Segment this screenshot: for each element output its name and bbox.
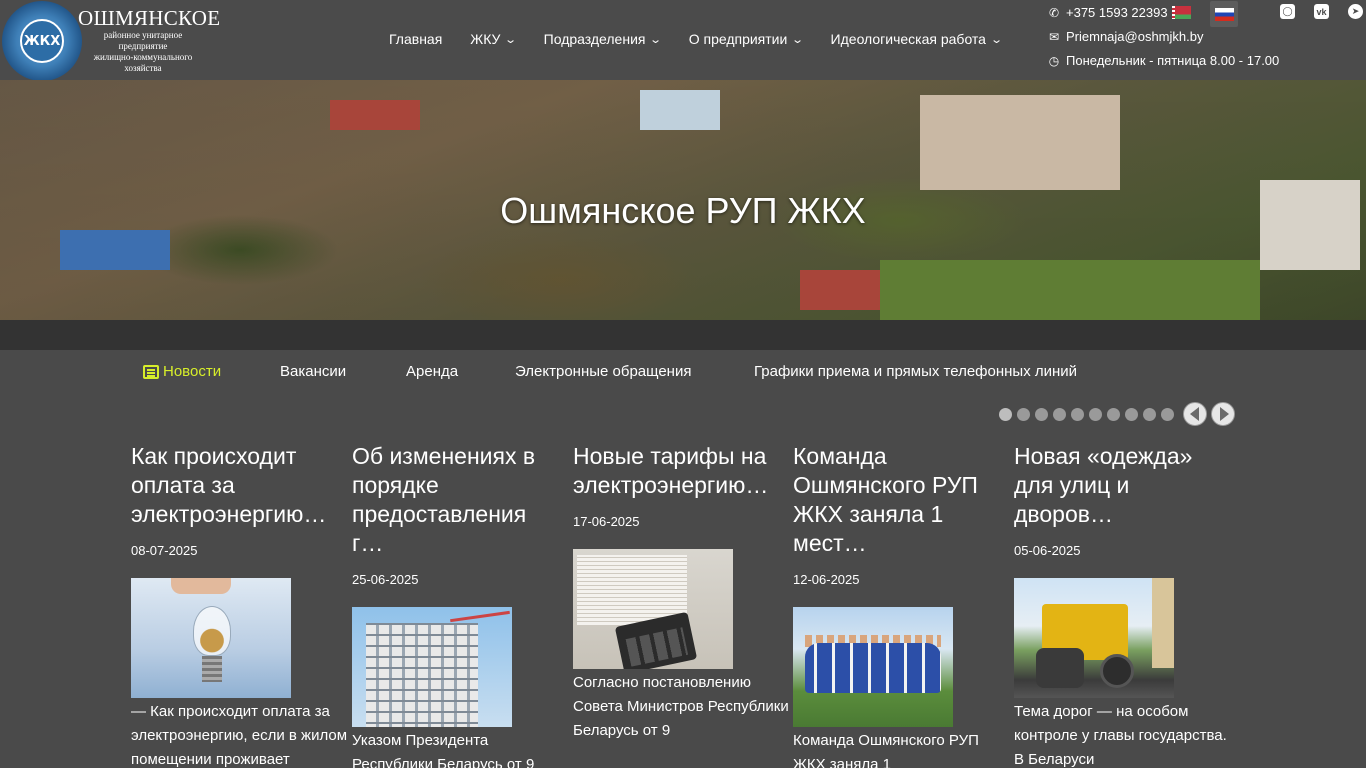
phone-icon: ✆ <box>1048 5 1060 20</box>
logo-subtitle: районное унитарное предприятие жилищно-к… <box>93 30 193 73</box>
instagram-icon[interactable]: ◯ <box>1280 4 1295 19</box>
slider-dot[interactable] <box>1017 408 1030 421</box>
news-date: 17-06-2025 <box>573 514 640 529</box>
slider-prev-button[interactable] <box>1183 402 1207 426</box>
news-image[interactable] <box>793 607 953 727</box>
hero-title: Ошмянское РУП ЖКХ <box>500 190 866 231</box>
news-title[interactable]: Об изменениях в порядке предоставления г… <box>352 442 557 558</box>
news-card[interactable]: Команда Ошмянского РУП ЖКХ заняла 1 мест… <box>793 442 998 768</box>
slider-dot[interactable] <box>1161 408 1174 421</box>
news-excerpt: Согласно постановлению Совета Министров … <box>573 674 789 739</box>
news-excerpt: — Как происходит оплата за электроэнерги… <box>131 703 348 768</box>
slider-dot[interactable] <box>1125 408 1138 421</box>
nav-item-zhku[interactable]: ЖКУ ⌄ <box>470 31 518 47</box>
contact-email[interactable]: ✉ Priemnaja@oshmjkh.by <box>1047 29 1204 44</box>
slider-dot[interactable] <box>1053 408 1066 421</box>
news-date: 08-07-2025 <box>131 543 198 558</box>
nav-item-ideology[interactable]: Идеологическая работа ⌄ <box>831 31 1004 47</box>
arrow-right-icon <box>1219 407 1229 421</box>
news-image-detail <box>805 643 941 693</box>
contact-hours: ◷ Понедельник - пятница 8.00 - 17.00 <box>1048 53 1280 68</box>
hero-photo-detail <box>60 230 170 270</box>
news-excerpt: Указом Президента Республики Беларусь от… <box>352 732 535 768</box>
news-image-detail <box>366 623 478 727</box>
flag-by-icon[interactable] <box>1171 6 1191 19</box>
flag-ru-icon <box>1214 7 1234 21</box>
slider-dot[interactable] <box>1089 408 1102 421</box>
news-card[interactable]: Новая «одежда» для улиц и дворов… 05-06-… <box>1014 442 1227 768</box>
news-title[interactable]: Как происходит оплата за электроэнергию… <box>131 442 336 529</box>
nav-item-divisions[interactable]: Подразделения ⌄ <box>544 31 663 47</box>
hero-photo-detail <box>640 90 720 130</box>
news-image[interactable] <box>1014 578 1174 698</box>
slider-dot[interactable] <box>1071 408 1084 421</box>
slider-dot[interactable] <box>1035 408 1048 421</box>
language-ru-button[interactable] <box>1210 1 1238 27</box>
main-nav: Главная ЖКУ ⌄ Подразделения ⌄ О предприяти… <box>389 31 1029 47</box>
chevron-down-icon: ⌄ <box>504 33 518 46</box>
logo-emblem-text: ЖКХ <box>20 19 64 63</box>
news-title[interactable]: Команда Ошмянского РУП ЖКХ заняла 1 мест… <box>793 442 998 558</box>
news-date: 25-06-2025 <box>352 572 419 587</box>
news-date: 12-06-2025 <box>793 572 860 587</box>
news-image-detail <box>1036 648 1084 688</box>
contact-phone[interactable]: ✆ +375 1593 22393 <box>1047 5 1191 20</box>
news-title[interactable]: Новая «одежда» для улиц и дворов… <box>1014 442 1219 529</box>
site-header: ЖКХ ОШМЯНСКОЕ районное унитарное предпри… <box>0 0 1366 81</box>
slider-dot[interactable] <box>1107 408 1120 421</box>
chevron-down-icon: ⌄ <box>791 33 805 46</box>
envelope-icon: ✉ <box>1048 29 1060 44</box>
arrow-left-icon <box>1189 407 1199 421</box>
chevron-down-icon: ⌄ <box>990 33 1004 46</box>
news-image[interactable] <box>352 607 512 727</box>
news-excerpt: Тема дорог — на особом контроле у главы … <box>1014 703 1227 768</box>
slider-dot[interactable] <box>1143 408 1156 421</box>
hero-photo-detail <box>920 95 1120 190</box>
newspaper-icon <box>143 364 159 379</box>
tab-rent[interactable]: Аренда <box>406 363 458 380</box>
news-image[interactable] <box>573 549 733 669</box>
news-image-detail <box>450 610 510 623</box>
news-image-detail <box>202 656 222 682</box>
logo-title: ОШМЯНСКОЕ <box>78 6 221 30</box>
hero-photo-detail <box>800 270 890 310</box>
slider-dots <box>999 408 1179 421</box>
vk-icon[interactable]: vk <box>1314 4 1329 19</box>
hero-photo-detail <box>330 100 420 130</box>
nav-item-about[interactable]: О предприятии ⌄ <box>689 31 805 47</box>
slider-dot[interactable] <box>999 408 1012 421</box>
telegram-icon[interactable]: ➤ <box>1348 4 1363 19</box>
tab-news[interactable]: Новости <box>143 363 221 380</box>
news-date: 05-06-2025 <box>1014 543 1081 558</box>
chevron-down-icon: ⌄ <box>649 33 663 46</box>
news-image-detail <box>1152 578 1174 668</box>
news-card[interactable]: Как происходит оплата за электроэнергию…… <box>131 442 347 768</box>
news-title[interactable]: Новые тарифы на электроэнергию… <box>573 442 778 500</box>
tab-reception-schedules[interactable]: Графики приема и прямых телефонных линий <box>754 363 1077 380</box>
news-image-detail <box>171 578 231 594</box>
hero-banner: Ошмянское РУП ЖКХ <box>0 80 1366 320</box>
tab-e-appeals[interactable]: Электронные обращения <box>515 363 691 380</box>
site-logo[interactable]: ЖКХ ОШМЯНСКОЕ районное унитарное предпри… <box>0 0 220 81</box>
slider-next-button[interactable] <box>1211 402 1235 426</box>
tab-vacancies[interactable]: Вакансии <box>280 363 346 380</box>
clock-icon: ◷ <box>1048 53 1060 68</box>
nav-item-home[interactable]: Главная <box>389 31 442 47</box>
hero-divider <box>0 320 1366 350</box>
news-excerpt: Команда Ошмянского РУП ЖКХ заняла 1 <box>793 732 979 768</box>
news-card[interactable]: Об изменениях в порядке предоставления г… <box>352 442 557 768</box>
hero-photo-detail <box>880 260 1260 320</box>
news-image[interactable] <box>131 578 291 698</box>
news-image-detail <box>193 606 231 656</box>
news-card[interactable]: Новые тарифы на электроэнергию… 17-06-20… <box>573 442 789 743</box>
news-image-detail <box>1100 654 1134 688</box>
logo-emblem: ЖКХ <box>2 1 82 81</box>
